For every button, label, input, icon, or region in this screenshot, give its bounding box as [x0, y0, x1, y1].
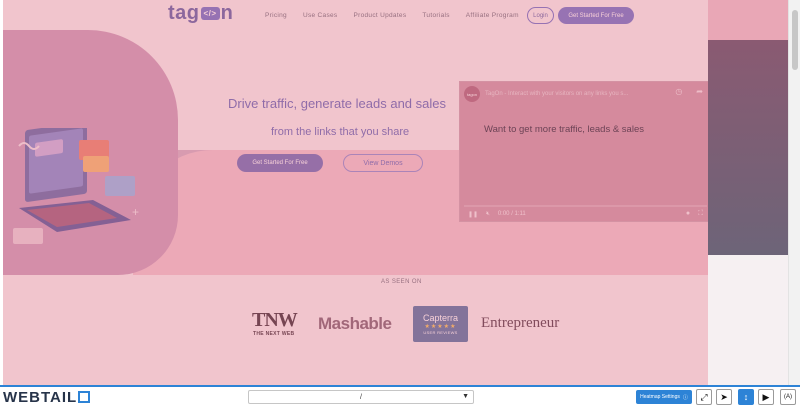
hero-headline: Drive traffic, generate leads and sales: [228, 96, 446, 111]
tnw-logo-sub: THE NEXT WEB: [253, 331, 295, 337]
site-header: tag </> n Pricing Use Cases Product Update…: [3, 0, 708, 32]
laptop-illustration: +: [13, 128, 139, 244]
pause-icon[interactable]: ❚❚: [468, 211, 478, 218]
nav-product-updates[interactable]: Product Updates: [353, 12, 406, 19]
heatmap-toolbar: WEBTAIL / ▼ Heatmap Settings ⓘ ⤢ ➤ ↕ ▶ (…: [0, 385, 800, 407]
cursor-icon[interactable]: ➤: [716, 389, 732, 405]
settings-icon[interactable]: ●: [686, 210, 690, 218]
login-button[interactable]: Login: [527, 7, 554, 24]
video-time: 0:00 / 1:11: [497, 211, 526, 217]
heatmap-settings-button[interactable]: Heatmap Settings ⓘ: [636, 390, 692, 404]
chevron-down-icon: ▼: [462, 393, 469, 400]
scrollbar-thumb[interactable]: [792, 10, 798, 70]
info-icon: ⓘ: [682, 394, 688, 401]
volume-icon[interactable]: 🔇︎: [486, 211, 490, 218]
hero-subline: from the links that you share: [271, 126, 410, 138]
video-right-controls: ● ⛶: [686, 210, 703, 218]
as-seen-on-label: AS SEEN ON: [381, 279, 422, 285]
scroll-icon[interactable]: ↕: [738, 389, 754, 405]
site-logo[interactable]: tag </> n: [168, 2, 233, 25]
hero-cta-button[interactable]: Get Started For Free: [237, 154, 323, 172]
video-caption: Want to get more traffic, leads & sales: [484, 124, 644, 135]
logo-text-right: n: [220, 2, 234, 24]
webtail-logo-text: WEBTAIL: [3, 389, 78, 406]
webtail-logo: WEBTAIL: [3, 389, 91, 406]
tnw-logo: TNW: [252, 309, 298, 331]
video-controls: ❚❚ 🔇︎ 0:00 / 1:11: [460, 207, 708, 221]
mashable-logo: Mashable: [318, 314, 392, 333]
fullscreen-icon[interactable]: ⛶: [698, 210, 703, 218]
capterra-sub: USER REVIEWS: [423, 330, 458, 335]
svg-text:+: +: [132, 205, 139, 219]
main-nav: Pricing Use Cases Product Updates Tutori…: [265, 12, 535, 19]
side-panel-gradient: [708, 40, 788, 255]
page-url-select[interactable]: / ▼: [248, 390, 474, 404]
side-panel: [708, 0, 788, 385]
logo-text-left: tag: [168, 2, 200, 24]
nav-tutorials[interactable]: Tutorials: [422, 12, 449, 19]
watch-later-icon[interactable]: ◷: [675, 87, 682, 96]
capterra-badge: Capterra ★★★★★ USER REVIEWS: [413, 306, 468, 342]
side-panel-top: [708, 0, 788, 40]
video-title[interactable]: TagOn - Interact with your visitors on a…: [485, 91, 628, 97]
capterra-title: Capterra: [422, 313, 458, 323]
broadcast-icon[interactable]: (A): [780, 389, 796, 405]
logo-code-tag: </>: [200, 7, 220, 21]
nav-pricing[interactable]: Pricing: [265, 12, 287, 19]
video-top-actions: ◷ ➦: [675, 87, 703, 96]
nav-affiliate-program[interactable]: Affiliate Program: [466, 12, 519, 19]
channel-avatar[interactable]: tagon: [464, 86, 480, 102]
play-icon[interactable]: ▶: [758, 389, 774, 405]
expand-icon[interactable]: ⤢: [696, 389, 712, 405]
webtail-logo-box-icon: [78, 391, 91, 403]
entrepreneur-logo: Entrepreneur: [481, 315, 560, 331]
page-url-value: /: [360, 393, 362, 401]
nav-use-cases[interactable]: Use Cases: [303, 12, 338, 19]
share-icon[interactable]: ➦: [696, 87, 703, 96]
website-preview: tag </> n Pricing Use Cases Product Update…: [3, 0, 708, 385]
page-scrollbar[interactable]: [788, 0, 800, 385]
capterra-stars: ★★★★★: [424, 324, 457, 330]
header-cta-button[interactable]: Get Started For Free: [558, 7, 634, 24]
screen: tag </> n Pricing Use Cases Product Update…: [0, 0, 800, 407]
heatmap-settings-label: Heatmap Settings: [640, 394, 680, 400]
video-player[interactable]: tagon TagOn - Interact with your visitor…: [459, 81, 708, 222]
view-demos-button[interactable]: View Demos: [343, 154, 423, 172]
video-top-bar: tagon TagOn - Interact with your visitor…: [460, 82, 708, 106]
